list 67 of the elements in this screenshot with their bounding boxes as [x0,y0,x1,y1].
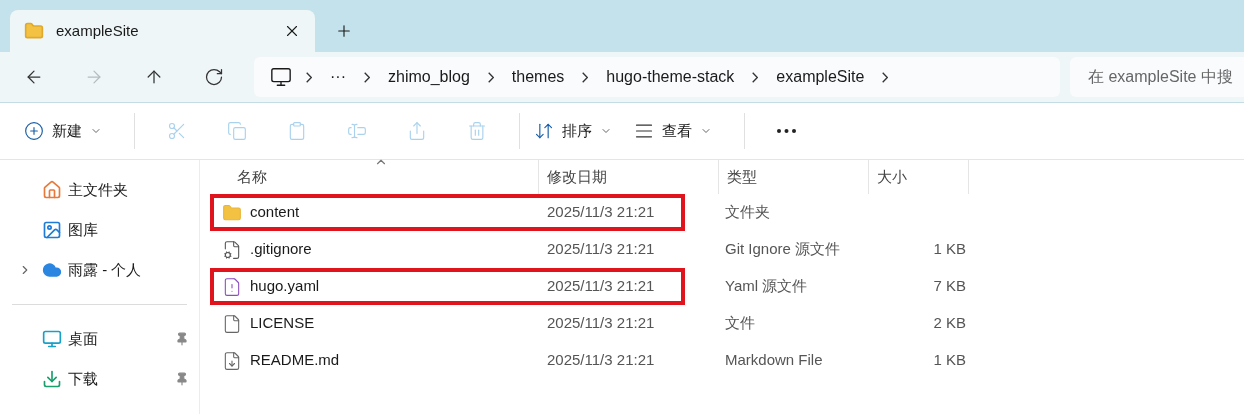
file-row[interactable]: LICENSE 2025/11/3 21:21 文件 2 KB [210,305,1244,342]
file-name: .gitignore [250,239,312,260]
file-row[interactable]: content 2025/11/3 21:21 文件夹 [210,194,1244,231]
column-header[interactable]: 类型 [719,160,869,194]
monitor-icon [270,66,292,88]
sidebar-item[interactable]: 图库 [0,210,199,250]
file-row[interactable]: hugo.yaml 2025/11/3 21:21 Yaml 源文件 7 KB [210,268,1244,305]
new-button[interactable]: 新建 [22,113,104,149]
cloud-icon [42,260,62,280]
tab-title: exampleSite [56,20,140,41]
file-name: README.md [250,350,340,371]
size-cell: 7 KB [933,277,966,295]
folder-icon [24,21,44,41]
size-cell: 2 KB [933,314,966,332]
date-cell-text: 2025/11/3 21:21 [546,239,655,260]
breadcrumb-item[interactable]: themes [507,65,569,89]
chevron-icon [364,71,370,83]
monitor-icon [42,329,62,349]
type-cell-text: 文件夹 [725,202,771,223]
size-cell: 1 KB [933,351,966,369]
chevron-icon [306,71,312,83]
sidebar-item[interactable]: 桌面 [0,319,199,359]
sort-button[interactable]: 排序 [532,113,614,149]
file-name: content [250,202,300,223]
file-row[interactable]: .gitignore 2025/11/3 21:21 Git Ignore 源文件 1 KB [210,231,1244,268]
column-header[interactable]: 修改日期 [539,160,719,194]
breadcrumb-item[interactable]: zhimo_blog [384,65,474,89]
exclamation-file-icon [222,276,242,297]
picture-icon [42,220,62,240]
new-tab-icon[interactable] [335,22,353,40]
search-field[interactable]: 在 exampleSite 中搜 [1070,57,1244,97]
pin-icon[interactable] [175,332,189,346]
size-cell: 1 KB [933,240,966,258]
date-cell-text: 2025/11/3 21:21 [546,276,655,297]
file-name: hugo.yaml [250,276,320,297]
type-cell-text: Markdown File [725,350,824,371]
breadcrumb-item[interactable]: exampleSite [772,65,869,89]
breadcrumb-item[interactable]: hugo-theme-stack [602,65,739,89]
sidebar-item[interactable]: 下载 [0,359,199,399]
type-cell-text: Yaml 源文件 [725,276,809,297]
address-bar[interactable]: ··· zhimo_blog themes hugo-theme-stack exampleSite [254,57,1060,97]
breadcrumb-item[interactable]: ··· [326,65,350,89]
file-icon [222,313,242,334]
chevron-icon [882,71,889,83]
column-header[interactable]: 名称 [210,160,539,194]
view-button[interactable]: 查看 [632,113,714,149]
date-cell-text: 2025/11/3 21:21 [546,313,655,334]
date-cell-text: 2025/11/3 21:21 [546,202,655,223]
folder-icon [222,202,242,223]
markdown-file-icon [222,350,242,371]
chevron-icon [487,71,494,83]
column-header[interactable]: 大小 [869,160,969,194]
chevron-icon [582,71,589,83]
refresh-icon[interactable] [204,67,224,87]
type-cell-text: Git Ignore 源文件 [725,239,842,260]
gear-file-icon [222,239,242,260]
pin-icon[interactable] [175,372,189,386]
tab[interactable]: exampleSite [10,10,315,52]
date-cell-text: 2025/11/3 21:21 [546,350,655,371]
chevron-icon [752,71,759,83]
home-icon [42,180,62,200]
sidebar-item[interactable]: 主文件夹 [0,170,199,210]
file-row[interactable]: README.md 2025/11/3 21:21 Markdown File 1 KB [210,342,1244,379]
sidebar-item[interactable]: 雨露 - 个人 [0,250,199,290]
file-name: LICENSE [250,313,315,334]
type-cell-text: 文件 [725,313,756,334]
download-icon [42,369,62,389]
